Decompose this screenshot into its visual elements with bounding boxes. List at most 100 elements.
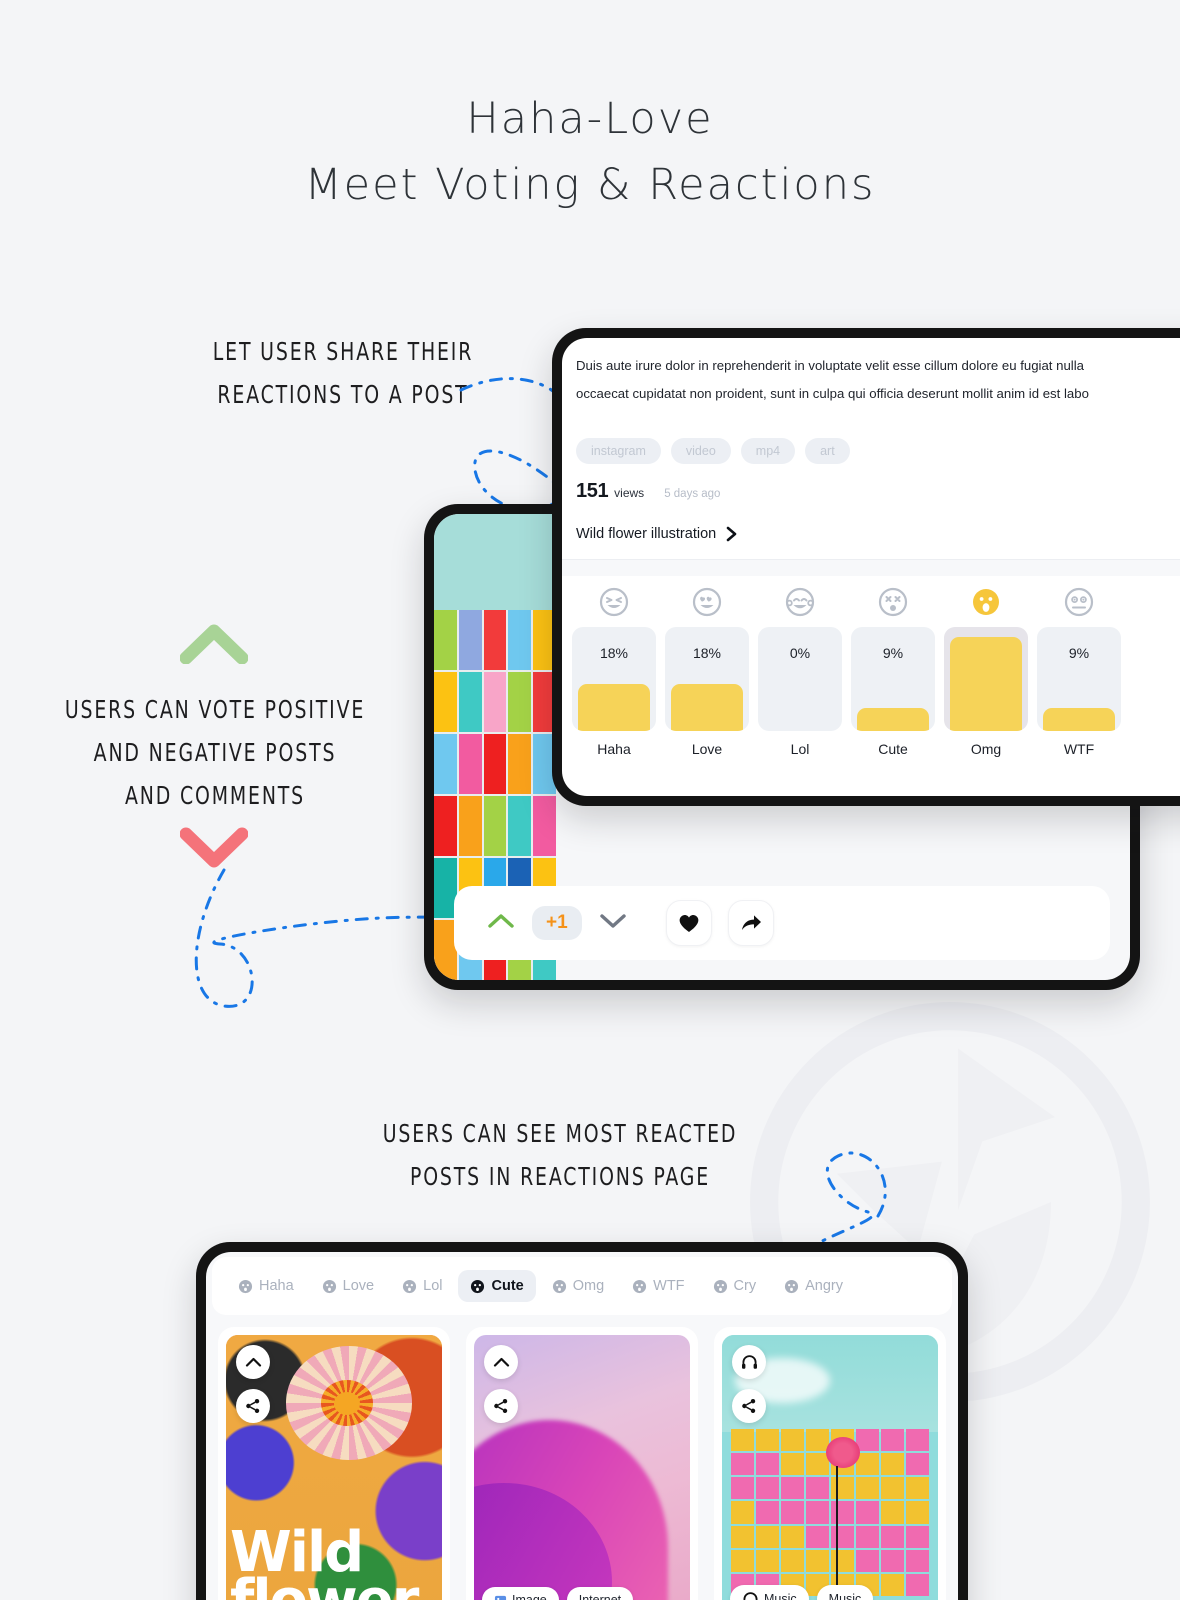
card-chip-label: Internet [578,1593,622,1600]
reaction-tab-omg[interactable]: Omg [540,1270,616,1302]
reaction-tab-label: Haha [259,1278,294,1294]
post-timestamp: 5 days ago [664,488,721,500]
reaction-strip-spacer [562,560,1180,576]
reaction-meter-list: 18% Haha 18% Love 0% Lol 9% Cute 36%Omg 9% WT… [562,576,1180,766]
card-chip[interactable]: Image [482,1587,559,1600]
reaction-label: WTF [1037,732,1121,766]
views-label: views [614,486,645,500]
annotation-share-reactions: LET USER SHARE THEIR REACTIONS TO A POST [212,337,474,409]
reaction-tab-label: Cry [733,1278,757,1294]
card-chip-label: Music [828,1592,862,1600]
face-lol-icon [403,1279,417,1293]
reaction-meter[interactable]: 9% WTF [1037,586,1121,766]
reaction-meter[interactable]: 9% Cute [851,586,935,766]
reaction-tab-cute[interactable]: Cute [458,1270,536,1302]
device-reactions-page-frame: Haha Love Lol Cute Omg WTF Cry Angry Wil… [196,1242,968,1600]
card-chip[interactable]: Music [730,1585,809,1600]
face-lol-icon [785,587,815,617]
reaction-tab-lol[interactable]: Lol [390,1270,454,1302]
card-upvote-button[interactable] [732,1345,766,1379]
reaction-label: Haha [572,732,656,766]
reaction-face [598,586,630,623]
post-tag[interactable]: mp4 [740,438,796,464]
reaction-tab-label: Omg [572,1278,605,1294]
downvote-button[interactable] [598,911,628,936]
card-share-button[interactable] [732,1389,766,1423]
annotation-reactions-page: USERS CAN SEE MOST REACTED POSTS IN REAC… [382,1119,738,1191]
reaction-bar: 9% [851,627,935,731]
card-upvote-button[interactable] [484,1345,518,1379]
heart-icon [679,914,699,932]
reaction-tab-label: Cute [491,1278,524,1294]
reaction-percent: 18% [599,645,629,661]
favorite-button[interactable] [665,900,712,946]
device-post-screen: Duis aute irure dolor in reprehenderit i… [562,338,1180,796]
reaction-tab-bar: Haha Love Lol Cute Omg WTF Cry Angry [212,1257,952,1315]
reaction-percent: 18% [692,645,722,661]
reaction-bar: 18% [665,627,749,731]
face-angry-icon [785,1279,799,1293]
gradient-card[interactable]: Image Internet [466,1327,698,1600]
face-love-icon [322,1279,336,1293]
reaction-bar: 36% [944,627,1028,731]
post-tag[interactable]: instagram [576,438,661,464]
reaction-label: Omg [944,732,1028,766]
share-arrow-icon [741,915,761,930]
annotation-vote-posts: USERS CAN VOTE POSITIVE AND NEGATIVE POS… [64,695,366,810]
post-tag[interactable]: art [805,438,850,464]
reaction-meter[interactable]: 18% Haha [572,586,656,766]
photo-sky [434,514,556,610]
face-haha-icon [238,1279,253,1293]
vote-score[interactable]: +1 [532,906,582,940]
face-omg-icon [552,1279,566,1293]
reaction-bar-fill [1043,708,1115,731]
face-cute-icon [471,1279,485,1293]
reaction-percent: 9% [882,645,904,661]
card-chip[interactable]: Music [816,1585,874,1600]
reaction-bar: 0% [758,627,842,731]
post-link-row[interactable]: Wild flower illustration [576,525,1180,543]
music-wall-card[interactable]: Music Music [714,1327,946,1600]
device-post-frame: Duis aute irure dolor in reprehenderit i… [552,328,1180,806]
reaction-bar-fill [950,637,1022,731]
reaction-meter[interactable]: 0% Lol [758,586,842,766]
post-link-label: Wild flower illustration [576,526,717,542]
reaction-bar-fill [671,684,743,731]
reaction-tab-label: WTF [653,1278,685,1294]
face-wtf-icon [633,1279,647,1293]
post-text-line-2: occaecat cupidatat non proident, sunt in… [576,386,1089,401]
reaction-tab-wtf[interactable]: WTF [620,1270,696,1302]
reaction-face [691,586,723,623]
post-tag[interactable]: video [670,438,731,464]
reaction-label: Lol [758,732,842,766]
reaction-tab-haha[interactable]: Haha [226,1270,306,1302]
reaction-bar: 9% [1037,627,1121,731]
downvote-chevron-decoration [180,826,248,868]
share-button[interactable] [727,900,774,946]
reaction-label: Cute [851,732,935,766]
reaction-bar: 18% [572,627,656,731]
page-title: Haha-Love Meet Voting & Reactions [0,86,1180,218]
reaction-meter[interactable]: 36%Omg [944,586,1028,766]
reaction-face [970,586,1002,623]
page-title-line-2: Meet Voting & Reactions [304,160,876,210]
reaction-tab-love[interactable]: Love [310,1270,386,1302]
reaction-bar-fill [578,684,650,731]
page-root: Haha-Love Meet Voting & Reactions LET US… [0,0,1180,1600]
reaction-tab-cry[interactable]: Cry [701,1270,769,1302]
page-title-line-1: Haha-Love [466,94,714,144]
reaction-meter[interactable]: 18% Love [665,586,749,766]
upvote-button[interactable] [486,911,516,936]
face-heart-eyes-icon [692,587,722,617]
card-chip[interactable]: Internet [566,1587,634,1600]
reaction-face [877,586,909,623]
card-upvote-button[interactable] [236,1345,270,1379]
face-cry-icon [713,1279,727,1293]
reaction-tab-angry[interactable]: Angry [772,1270,855,1302]
wildflower-card[interactable]: Wild flower [218,1327,450,1600]
face-surprised-icon [973,589,999,615]
reaction-bar-fill [857,708,929,731]
card-share-button[interactable] [236,1389,270,1423]
reaction-percent: 0% [789,645,811,661]
card-share-button[interactable] [484,1389,518,1423]
